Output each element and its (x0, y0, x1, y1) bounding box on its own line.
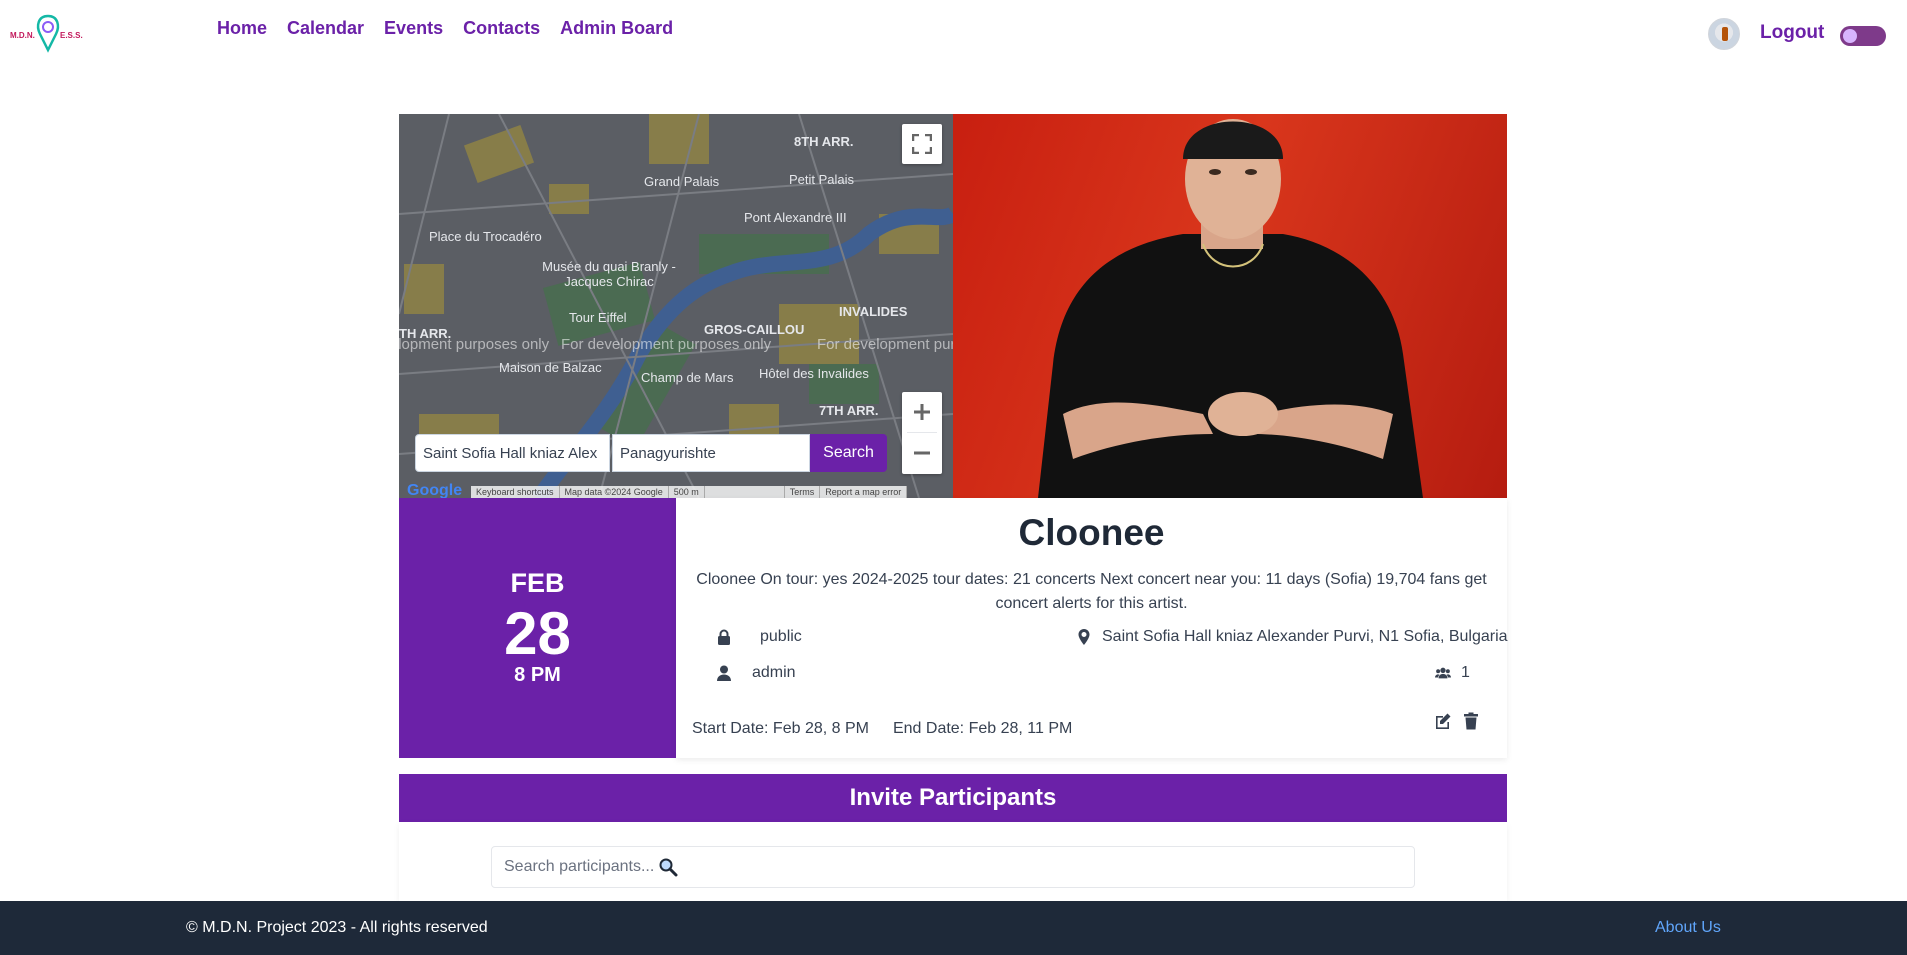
map-search-button[interactable]: Search (810, 434, 887, 472)
nav-events[interactable]: Events (384, 18, 443, 39)
event-description: Cloonee On tour: yes 2024-2025 tour date… (696, 571, 1487, 612)
map-pin-icon (1078, 629, 1090, 645)
footer: © M.D.N. Project 2023 - All rights reser… (0, 901, 1907, 955)
google-logo-text: Google (407, 482, 463, 498)
fullscreen-icon (912, 134, 932, 154)
participant-search-input[interactable]: Search participants... (491, 846, 1415, 888)
delete-icon[interactable] (1462, 712, 1480, 730)
participants-count: 1 (1461, 664, 1470, 681)
nav-contacts[interactable]: Contacts (463, 18, 540, 39)
event-time: 8 PM (514, 664, 561, 686)
event-day: 28 (504, 600, 571, 667)
event-info-card: Cloonee Cloonee On tour: yes 2024-2025 t… (676, 498, 1508, 758)
map-scale-bar (705, 486, 785, 498)
user-avatar[interactable] (1708, 18, 1740, 50)
event-map[interactable]: 8TH ARR. Grand Palais Petit Palais Pont … (399, 114, 953, 498)
end-date: End Date: Feb 28, 11 PM (892, 720, 1073, 737)
report-map-error-link[interactable]: Report a map error (820, 486, 908, 498)
event-image (953, 114, 1507, 498)
map-dev-watermark: For development purposes only (561, 336, 772, 353)
participant-search-placeholder: Search participants... (504, 858, 655, 875)
plus-icon (914, 404, 930, 420)
event-location: Saint Sofia Hall kniaz Alexander Purvi, … (1076, 628, 1508, 646)
event-participants: 1 (1435, 664, 1470, 682)
invite-participants-panel: Search participants... (399, 822, 1507, 902)
map-label: INVALIDES (839, 304, 908, 319)
map-label: 8TH ARR. (794, 134, 854, 149)
destination-input[interactable] (612, 434, 810, 472)
map-label: Petit Palais (789, 172, 855, 187)
about-us-link[interactable]: About Us (1655, 919, 1721, 937)
map-label: Champ de Mars (641, 370, 734, 385)
svg-text:E.S.S.: E.S.S. (60, 31, 83, 40)
nav-links: Home Calendar Events Contacts Admin Boar… (217, 18, 673, 39)
map-attribution: Keyboard shortcuts Map data ©2024 Google… (471, 486, 908, 498)
map-label: 7TH ARR. (819, 403, 879, 418)
map-dev-watermark: For development purposes only (817, 336, 953, 353)
terms-link[interactable]: Terms (785, 486, 821, 498)
nav-calendar[interactable]: Calendar (287, 18, 364, 39)
event-visibility: public (716, 628, 802, 646)
event-owner: admin (716, 664, 796, 682)
map-label: Pont Alexandre III (744, 210, 847, 225)
user-icon (717, 665, 731, 681)
keyboard-shortcuts-link[interactable]: Keyboard shortcuts (471, 486, 560, 498)
theme-toggle[interactable] (1840, 26, 1886, 46)
map-label: Maison de Balzac (499, 360, 602, 375)
event-date-box: FEB 28 8 PM (399, 498, 676, 758)
nav-home[interactable]: Home (217, 18, 267, 39)
map-zoom-controls (902, 392, 942, 474)
artist-photo (1038, 119, 1423, 498)
lock-icon (718, 629, 730, 645)
event-dates: Start Date: Feb 28, 8 PM End Date: Feb 2… (692, 720, 1072, 738)
map-label: Hôtel des Invalides (759, 366, 869, 381)
event-title: Cloonee (1018, 512, 1165, 553)
fullscreen-button[interactable] (902, 124, 942, 164)
location-label: Saint Sofia Hall kniaz Alexander Purvi, … (1102, 628, 1508, 645)
map-label: Grand Palais (644, 174, 720, 189)
users-icon (1435, 667, 1451, 679)
owner-label: admin (752, 664, 796, 681)
visibility-label: public (760, 628, 802, 645)
navbar: M.D.N. E.S.S. Home Calendar Events Conta… (0, 0, 1907, 62)
map-label: Musée du quai Branly - Jacques Chirac (542, 259, 676, 289)
origin-input[interactable] (415, 434, 610, 472)
event-month: FEB (510, 568, 565, 598)
zoom-out-button[interactable] (902, 433, 942, 473)
minus-icon (914, 451, 930, 455)
google-logo: Google (407, 482, 462, 498)
logout-button[interactable]: Logout (1760, 22, 1824, 44)
edit-icon[interactable] (1434, 712, 1452, 730)
map-scale[interactable]: 500 m (669, 486, 705, 498)
map-label: GROS-CAILLOU (704, 322, 805, 337)
map-label: Tour Eiffel (569, 310, 627, 325)
zoom-in-button[interactable] (902, 392, 942, 432)
map-data-text: Map data ©2024 Google (560, 486, 669, 498)
svg-text:M.D.N.: M.D.N. (10, 31, 35, 40)
map-dev-watermark: For development purposes only (399, 336, 550, 353)
nav-admin-board[interactable]: Admin Board (560, 18, 673, 39)
invite-participants-header: Invite Participants (399, 774, 1507, 822)
search-icon (659, 858, 678, 877)
copyright-text: © M.D.N. Project 2023 - All rights reser… (186, 919, 488, 936)
start-date: Start Date: Feb 28, 8 PM (692, 720, 869, 737)
app-logo[interactable]: M.D.N. E.S.S. (8, 12, 88, 56)
map-footer: Google Keyboard shortcuts Map data ©2024… (399, 482, 953, 498)
map-label: Place du Trocadéro (429, 229, 542, 244)
toggle-knob (1843, 29, 1857, 43)
